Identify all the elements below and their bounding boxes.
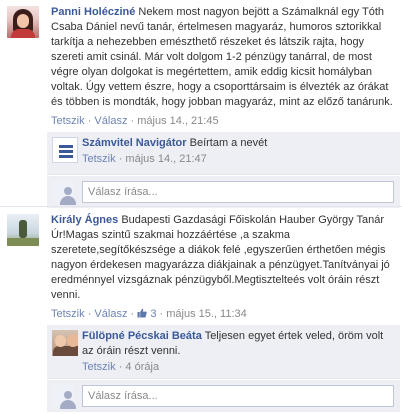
timestamp[interactable]: május 15., 11:34 [166,308,247,320]
comment-actions: Tetszik · Válasz · 3 · május 15., 11:34 [51,308,247,320]
avatar[interactable] [52,330,78,356]
comment-actions: Tetszik · Válasz · május 14., 21:45 [51,115,219,127]
reply-comment: Fülöpné Pécskai Beáta Teljesen egyet ért… [47,325,400,379]
reply-actions: Tetszik · 4 órája [82,361,160,373]
comments-panel: Panni Holécziné Nekem most nagyon bejött… [0,0,402,414]
comment: Panni Holécziné Nekem most nagyon bejött… [2,2,400,128]
reply-text: Beírtam a nevét [189,137,268,149]
comment-body: Király Ágnes Budapesti Gazdasági Főiskol… [51,210,400,303]
comment-thread: Király Ágnes Budapesti Gazdasági Főiskol… [2,210,400,412]
like-link[interactable]: Tetszik [51,115,85,127]
timestamp[interactable]: május 14., 21:47 [125,153,206,165]
reply-link[interactable]: Válasz [94,308,127,320]
comment-thread: Panni Holécziné Nekem most nagyon bejött… [2,2,400,208]
reply-input[interactable] [82,385,394,407]
reply-input[interactable] [82,181,394,203]
reply-actions: Tetszik · május 14., 21:47 [82,153,207,165]
author-name-link[interactable]: Számvitel Navigátor [82,137,187,149]
avatar[interactable] [7,6,39,38]
author-name-link[interactable]: Fülöpné Pécskai Beáta [82,330,202,342]
timestamp[interactable]: 4 órája [125,361,159,373]
avatar[interactable] [7,214,39,246]
timestamp[interactable]: május 14., 21:45 [137,115,218,127]
reply-comment: Számvitel Navigátor Beírtam a nevét Tets… [47,132,400,175]
author-name-link[interactable]: Király Ágnes [51,214,118,226]
like-link[interactable]: Tetszik [82,153,116,165]
avatar[interactable] [52,137,78,163]
thumbs-up-icon[interactable] [137,308,148,318]
thread-divider [0,206,402,207]
like-link[interactable]: Tetszik [51,308,85,320]
reply-link[interactable]: Válasz [94,115,127,127]
author-name-link[interactable]: Panni Holécziné [51,6,135,18]
like-count[interactable]: 3 [150,308,156,320]
like-link[interactable]: Tetszik [82,361,116,373]
user-avatar-icon [52,181,76,205]
reply-compose [47,380,400,412]
comment-text: Nekem most nagyon bejött a Számalknál eg… [51,6,393,108]
comment-text: Budapesti Gazdasági Főiskolán Hauber Gyö… [51,214,390,301]
user-avatar-icon [52,385,76,409]
comment: Király Ágnes Budapesti Gazdasági Főiskol… [2,210,400,321]
comment-body: Panni Holécziné Nekem most nagyon bejött… [51,2,400,110]
reply-compose [47,176,400,208]
